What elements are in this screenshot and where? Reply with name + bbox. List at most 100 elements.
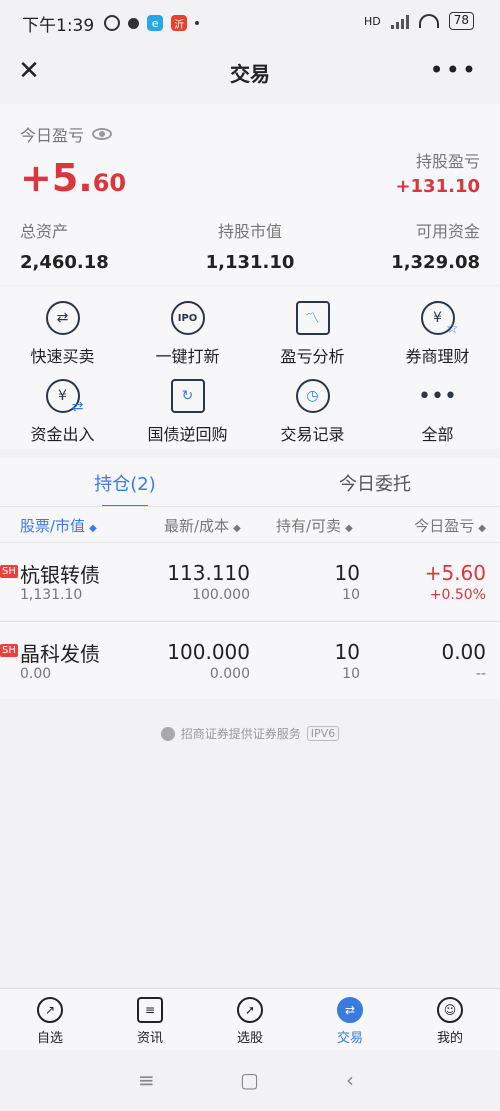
function-label: 快速买卖 (30, 347, 95, 366)
sort-icon: ◆ (233, 523, 241, 534)
ipo-button[interactable]: IPO 一键打新 (125, 301, 250, 367)
broker-logo-icon (160, 726, 175, 741)
latest-price: 100.000 (167, 640, 250, 664)
tabbar-label: 选股 (236, 1031, 263, 1046)
tabbar-label: 我的 (436, 1031, 463, 1046)
today-pl-label-row: 今日盈亏 (20, 122, 113, 146)
user-icon: ☺ (437, 997, 463, 1023)
pl-analysis-button[interactable]: 〽 盈亏分析 (250, 301, 375, 367)
all-functions-button[interactable]: ••• 全部 (375, 379, 500, 445)
tabbar-trade[interactable]: ⇄ 交易 (300, 997, 400, 1046)
bottom-tab-bar: ↗ 自选 ≡ 资讯 ➚ 选股 ⇄ 交易 ☺ 我的 (0, 988, 500, 1050)
tabbar-stock-picker[interactable]: ➚ 选股 (200, 997, 300, 1046)
service-provider-text: 招商证券提供证券服务 (180, 727, 301, 741)
back-icon[interactable]: ‹ (346, 1068, 354, 1092)
sellable-qty: 10 (342, 666, 360, 682)
clock-icon: ◷ (295, 379, 330, 413)
header-today-pl[interactable]: 今日盈亏 ◆ (414, 515, 486, 536)
header-latest-cost[interactable]: 最新/成本 ◆ (164, 515, 241, 536)
star-icon: ☆ (445, 321, 459, 337)
alarm-icon (104, 15, 121, 31)
notification-dot-icon (128, 17, 140, 29)
tabbar-watchlist[interactable]: ↗ 自选 (0, 997, 100, 1046)
today-pl: +5.60 (424, 561, 486, 585)
function-label: 交易记录 (280, 425, 345, 444)
holding-pl-value: +131.10 (395, 176, 480, 197)
status-time: 下午1:39 (22, 15, 95, 36)
signal-icon (390, 13, 409, 29)
function-label: 券商理财 (405, 347, 470, 366)
page-title: 交易 (230, 62, 270, 86)
nav-bar: ✕ 交易 ••• (0, 46, 500, 102)
function-label: 国债逆回购 (147, 425, 228, 444)
header-stock-value[interactable]: 股票/市值 ◆ (20, 515, 97, 536)
stock-name: 晶科发债 (20, 642, 100, 666)
wealth-management-button[interactable]: ¥ ☆ 券商理财 (375, 301, 500, 367)
stock-value: 0.00 (20, 666, 52, 682)
today-pl: 0.00 (441, 640, 486, 664)
table-row[interactable]: SH 杭银转债 1,131.10 113.110 100.000 10 10 +… (0, 542, 500, 620)
more-menu-icon[interactable]: ••• (430, 56, 478, 84)
trade-history-button[interactable]: ◷ 交易记录 (250, 379, 375, 445)
account-summary: 今日盈亏 +5.60 持股盈亏 +131.10 总资产 2,460.18 持股市… (0, 104, 500, 284)
function-label: 盈亏分析 (280, 347, 345, 366)
eye-icon[interactable] (92, 128, 113, 140)
stock-value: 1,131.10 (20, 587, 83, 603)
sort-icon: ◆ (478, 523, 486, 534)
tabbar-label: 自选 (36, 1031, 63, 1046)
available-funds: 可用资金 1,329.08 (391, 218, 480, 273)
yuan-transfer-icon: ¥ ⇄ (45, 379, 84, 415)
header-hold-sellable[interactable]: 持有/可卖 ◆ (276, 515, 353, 536)
holdings-table-header: 股票/市值 ◆ 最新/成本 ◆ 持有/可卖 ◆ 今日盈亏 ◆ (0, 506, 500, 542)
rocket-icon: ➚ (237, 997, 263, 1023)
service-provider-note: 招商证券提供证券服务 IPV6 (0, 725, 500, 742)
quick-trade-button[interactable]: ⇄ 快速买卖 (0, 301, 125, 367)
today-pl-value: +5.60 (20, 156, 126, 200)
tab-today-orders[interactable]: 今日委托 (250, 470, 500, 496)
function-grid: ⇄ 快速买卖 IPO 一键打新 〽 盈亏分析 ¥ ☆ 券商理财 ¥ ⇄ 资金出入 ↻… (0, 287, 500, 449)
app-notification-icon: e (147, 15, 164, 31)
ipv6-badge: IPV6 (306, 726, 340, 741)
hold-qty: 10 (334, 561, 360, 585)
transfer-arrow-icon: ⇄ (71, 399, 84, 415)
ipo-icon: IPO (170, 301, 205, 335)
more-notifications-icon (195, 21, 200, 25)
today-pl-pct: -- (475, 666, 486, 682)
holding-pl-label: 持股盈亏 (415, 152, 480, 171)
yuan-star-icon: ¥ ☆ (420, 301, 459, 337)
available-funds-label: 可用资金 (415, 222, 480, 241)
more-icon: ••• (418, 383, 457, 409)
function-label: 资金出入 (30, 425, 95, 444)
table-row[interactable]: SH 晶科发债 0.00 100.000 0.000 10 10 0.00 -- (0, 621, 500, 699)
exchange-icon: ⇄ (337, 997, 363, 1023)
system-nav-bar: ≡ ▢ ‹ (0, 1050, 500, 1111)
tab-positions[interactable]: 持仓(2) (0, 470, 250, 508)
tabbar-label: 交易 (336, 1031, 363, 1046)
tabbar-label: 资讯 (136, 1031, 163, 1046)
status-right: HD 78 (364, 12, 474, 30)
stock-name: 杭银转债 (20, 563, 100, 587)
chart-icon: 〽 (295, 301, 330, 335)
app-notification-icon-2: 沂 (171, 15, 188, 31)
today-pl-int: +5. (20, 156, 93, 200)
fund-transfer-button[interactable]: ¥ ⇄ 资金出入 (0, 379, 125, 445)
reverse-repo-button[interactable]: ↻ 国债逆回购 (125, 379, 250, 445)
menu-icon[interactable]: ≡ (138, 1068, 155, 1092)
latest-price: 113.110 (167, 561, 250, 585)
battery-icon: 78 (448, 12, 474, 30)
wifi-icon (418, 14, 439, 28)
market-badge: SH (0, 644, 18, 657)
tabbar-profile[interactable]: ☺ 我的 (400, 997, 500, 1046)
tabbar-news[interactable]: ≡ 资讯 (100, 997, 200, 1046)
network-type: HD (363, 14, 381, 28)
cost-price: 100.000 (192, 587, 250, 603)
function-label: 全部 (421, 425, 454, 444)
cost-price: 0.000 (209, 666, 250, 682)
status-bar: 下午1:39 e 沂 HD 78 (0, 0, 500, 46)
repo-icon: ↻ (170, 379, 205, 413)
sellable-qty: 10 (342, 587, 360, 603)
function-label: 一键打新 (155, 347, 220, 366)
home-icon[interactable]: ▢ (240, 1068, 259, 1092)
sort-icon: ◆ (345, 523, 353, 534)
sort-icon: ◆ (89, 523, 97, 534)
